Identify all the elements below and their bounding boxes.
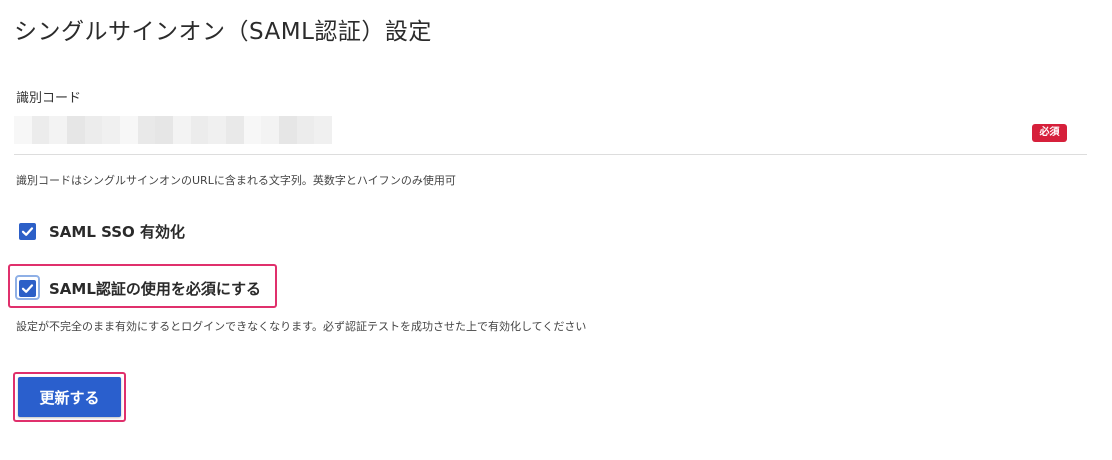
- redacted-block: [155, 116, 174, 144]
- redacted-block: [84, 116, 103, 144]
- redacted-block: [226, 116, 244, 144]
- redacted-block: [296, 116, 315, 144]
- identifier-field-label: 識別コード: [16, 91, 82, 106]
- redacted-block: [243, 116, 262, 144]
- update-button[interactable]: 更新する: [18, 377, 121, 417]
- identifier-field-input[interactable]: [14, 116, 332, 144]
- redacted-block: [279, 116, 297, 144]
- saml-sso-enable-option[interactable]: SAML SSO 有効化: [19, 221, 185, 242]
- redacted-block: [173, 116, 191, 144]
- checkmark-icon: [21, 227, 34, 236]
- redacted-block: [208, 116, 227, 144]
- required-badge: 必須: [1032, 124, 1067, 142]
- redacted-block: [120, 116, 138, 144]
- redacted-block: [67, 116, 85, 144]
- redacted-block: [31, 116, 50, 144]
- identifier-field-underline: [14, 154, 1087, 155]
- saml-sso-enable-checkbox[interactable]: [19, 223, 36, 240]
- saml-sso-enable-label: SAML SSO 有効化: [49, 223, 186, 241]
- redacted-block: [190, 116, 209, 144]
- saml-require-label: SAML認証の使用を必須にする: [49, 280, 262, 298]
- redacted-block: [102, 116, 121, 144]
- redacted-block: [261, 116, 280, 144]
- saml-require-option[interactable]: SAML認証の使用を必須にする: [19, 278, 261, 299]
- page-title: シングルサインオン（SAML認証）設定: [14, 19, 432, 45]
- redacted-block: [314, 116, 332, 144]
- identifier-field-help: 識別コードはシングルサインオンのURLに含まれる文字列。英数字とハイフンのみ使用…: [16, 174, 456, 187]
- checkmark-icon: [21, 284, 34, 293]
- redacted-block: [137, 116, 156, 144]
- redacted-block: [14, 116, 32, 144]
- saml-require-checkbox[interactable]: [19, 280, 36, 297]
- saml-options-help: 設定が不完全のまま有効にするとログインできなくなります。必ず認証テストを成功させ…: [16, 320, 587, 333]
- highlight-box-submit: 更新する: [13, 372, 126, 422]
- redacted-block: [49, 116, 68, 144]
